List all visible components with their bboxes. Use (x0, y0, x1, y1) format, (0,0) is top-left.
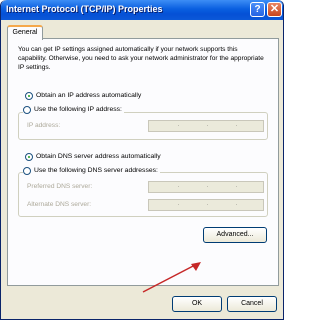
ok-button[interactable]: OK (172, 296, 222, 312)
dns-auto-option[interactable]: Obtain DNS server address automatically (25, 152, 161, 161)
dns-auto-radio[interactable] (25, 152, 33, 161)
dns-manual-label: Use the following DNS server addresses: (34, 167, 158, 174)
alternate-dns-label: Alternate DNS server: (27, 201, 92, 208)
preferred-dns-field[interactable] (148, 181, 264, 193)
tab-general[interactable]: General (7, 25, 43, 40)
dns-manual-option[interactable]: Use the following DNS server addresses: (23, 166, 160, 175)
preferred-dns-label: Preferred DNS server: (27, 183, 93, 190)
window-title: Internet Protocol (TCP/IP) Properties (6, 4, 163, 14)
dialog-window: Internet Protocol (TCP/IP) Properties ? … (0, 0, 284, 320)
close-button[interactable]: ✕ (267, 2, 282, 17)
annotation-arrow-icon (142, 262, 201, 293)
ip-manual-label: Use the following IP address: (34, 106, 122, 113)
help-button[interactable]: ? (250, 2, 265, 17)
ip-auto-radio[interactable] (25, 91, 33, 100)
general-panel (7, 38, 279, 286)
ip-auto-option[interactable]: Obtain an IP address automatically (25, 91, 141, 100)
ip-address-field[interactable] (148, 120, 264, 132)
advanced-button[interactable]: Advanced... (203, 227, 267, 243)
description-text: You can get IP settings assigned automat… (18, 46, 264, 71)
ip-auto-label: Obtain an IP address automatically (36, 92, 142, 99)
ip-manual-option[interactable]: Use the following IP address: (23, 105, 124, 114)
ip-manual-radio[interactable] (23, 105, 31, 114)
title-bar[interactable]: Internet Protocol (TCP/IP) Properties ? … (1, 0, 283, 20)
dns-auto-label: Obtain DNS server address automatically (36, 153, 161, 160)
dns-manual-radio[interactable] (23, 166, 31, 175)
alternate-dns-field[interactable] (148, 199, 264, 211)
cancel-button[interactable]: Cancel (227, 296, 277, 312)
ip-address-label: IP address: (27, 122, 61, 129)
